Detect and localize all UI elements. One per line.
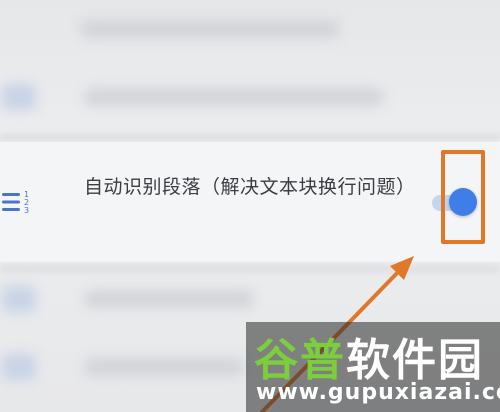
watermark-url: www.gupuxiazai.com bbox=[256, 380, 500, 405]
watermark: 谷普软件园 www.gupuxiazai.com bbox=[246, 322, 500, 412]
blurred-row bbox=[0, 62, 500, 128]
highlight-box bbox=[441, 150, 485, 244]
blurred-row bbox=[0, 0, 500, 60]
setting-label: 自动识别段落（解决文本块换行问题） bbox=[84, 176, 416, 198]
watermark-title: 谷普软件园 bbox=[254, 335, 484, 386]
setting-row-auto-paragraph[interactable]: 1 2 3 自动识别段落（解决文本块换行问题） bbox=[0, 142, 500, 262]
svg-text:3: 3 bbox=[24, 206, 29, 215]
divider bbox=[0, 134, 500, 140]
paragraph-list-icon: 1 2 3 bbox=[2, 190, 29, 215]
settings-screen: 1 2 3 自动识别段落（解决文本块换行问题） 谷普软件园 www.gupuxi… bbox=[0, 0, 500, 412]
